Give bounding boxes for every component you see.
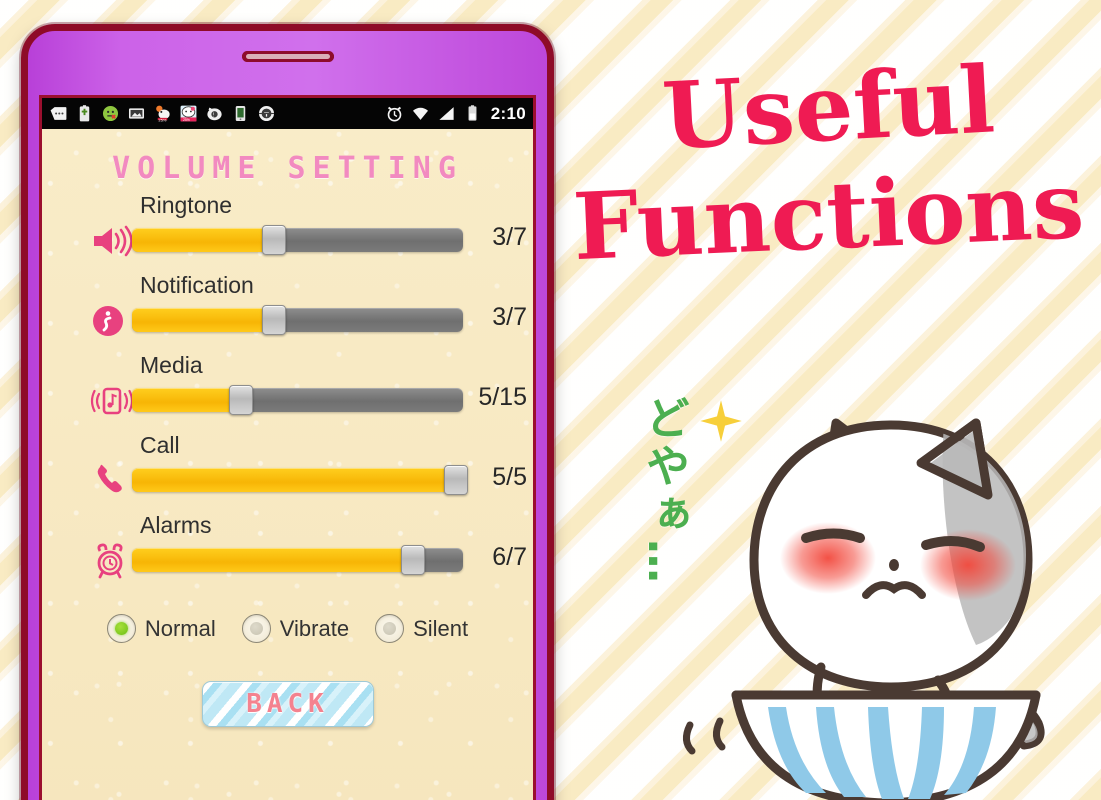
slider-thumb[interactable] xyxy=(401,545,426,575)
phone-mockup: 25% 25% ! 2:10 VOLUME SETTING Ringtone 3… xyxy=(21,24,554,800)
sim-card-icon xyxy=(50,107,67,120)
slider-fill xyxy=(132,388,242,412)
slider-thumb[interactable] xyxy=(262,225,287,255)
ringer-mode-radio-group: Normal Vibrate Silent xyxy=(42,614,533,643)
page-title: VOLUME SETTING xyxy=(112,151,463,186)
volume-settings-screen: VOLUME SETTING Ringtone 3/7 Notification… xyxy=(42,151,533,727)
alarm-icon xyxy=(387,106,402,122)
piggy-bank-app-icon: ! xyxy=(207,107,222,121)
promo-heading: Useful Functions xyxy=(556,45,1101,281)
promo-heading-line-2: Functions xyxy=(570,150,1087,282)
volume-row-label: Ringtone xyxy=(140,192,233,218)
status-bar-clock: 2:10 xyxy=(490,103,526,123)
volume-value-label: 3/7 xyxy=(492,223,527,251)
vibrating-media-phone-icon xyxy=(90,387,134,415)
volume-row-label: Notification xyxy=(140,272,254,298)
radio-button-silent[interactable] xyxy=(375,614,405,643)
phone-screen: 25% 25% ! 2:10 VOLUME SETTING Ringtone 3… xyxy=(39,95,536,800)
back-button-label: BACK xyxy=(246,689,329,719)
slider-fill xyxy=(132,308,275,332)
radio-option-silent[interactable]: Silent xyxy=(375,614,468,643)
volume-value-label: 6/7 xyxy=(492,543,527,571)
speaker-icon xyxy=(94,225,133,257)
volume-row-alarms: Alarms 6/7 xyxy=(42,512,533,592)
radio-option-vibrate[interactable]: Vibrate xyxy=(241,614,350,643)
promo-heading-line-1: Useful xyxy=(659,45,998,171)
status-bar-notification-icons: 25% 25% ! xyxy=(49,104,276,123)
signal-icon xyxy=(439,107,454,120)
android-status-bar: 25% 25% ! 2:10 xyxy=(42,98,533,129)
volume-slider-notification[interactable] xyxy=(132,305,463,335)
volume-row-label: Media xyxy=(140,352,203,378)
promo-panel: Useful Functions どやぁ… xyxy=(556,0,1101,800)
hello-kitty-app-icon: 25% xyxy=(180,105,197,122)
android-app-icon xyxy=(102,105,119,122)
svg-text:25%: 25% xyxy=(159,117,167,122)
slider-fill xyxy=(132,548,414,572)
japanese-caption: どやぁ… xyxy=(638,395,689,587)
volume-row-notification: Notification 3/7 xyxy=(42,272,533,352)
radio-label: Normal xyxy=(144,615,216,641)
alarm-clock-icon xyxy=(97,543,123,579)
snoopy-app-icon: 25% xyxy=(156,105,170,122)
radio-label: Vibrate xyxy=(279,615,350,641)
slider-thumb[interactable] xyxy=(262,305,287,335)
volume-value-label: 5/5 xyxy=(492,463,527,491)
promo-screenshot: 25% 25% ! 2:10 VOLUME SETTING Ringtone 3… xyxy=(0,0,1101,800)
back-button[interactable]: BACK xyxy=(201,681,374,727)
volume-row-label: Alarms xyxy=(140,512,212,538)
back-button-container: BACK xyxy=(42,681,533,727)
battery-icon xyxy=(468,105,477,121)
security-app-icon xyxy=(258,105,275,122)
volume-slider-ringtone[interactable] xyxy=(132,225,463,255)
volume-slider-call[interactable] xyxy=(132,465,469,495)
slider-fill xyxy=(132,468,457,492)
status-bar-system-icons: 2:10 xyxy=(385,104,526,124)
slider-fill xyxy=(132,228,275,252)
radio-option-normal[interactable]: Normal xyxy=(106,614,216,643)
volume-slider-alarms[interactable] xyxy=(132,545,463,575)
phone-earpiece-speaker xyxy=(241,51,334,62)
radio-button-vibrate[interactable] xyxy=(241,614,271,643)
volume-row-call: Call 5/5 xyxy=(42,432,533,512)
volume-slider-list: Ringtone 3/7 Notification 3/7 Media 5/15… xyxy=(42,192,533,592)
volume-row-media: Media 5/15 xyxy=(42,352,533,432)
radio-label: Silent xyxy=(413,615,469,641)
volume-row-label: Call xyxy=(140,432,180,458)
radio-button-normal[interactable] xyxy=(106,614,136,643)
phone-handset-icon xyxy=(97,464,122,493)
slider-thumb[interactable] xyxy=(229,385,254,415)
volume-value-label: 5/15 xyxy=(478,383,527,411)
slider-thumb[interactable] xyxy=(444,465,469,495)
wifi-icon xyxy=(412,107,428,120)
phone-app-icon xyxy=(235,105,246,122)
gallery-icon xyxy=(128,108,145,119)
volume-row-ringtone: Ringtone 3/7 xyxy=(42,192,533,272)
volume-slider-media[interactable] xyxy=(132,385,463,415)
volume-value-label: 3/7 xyxy=(492,303,527,331)
svg-text:25%: 25% xyxy=(183,118,190,122)
battery-saver-icon xyxy=(79,105,90,122)
cat-in-bowl-illustration xyxy=(683,418,1045,800)
info-icon xyxy=(93,306,123,336)
